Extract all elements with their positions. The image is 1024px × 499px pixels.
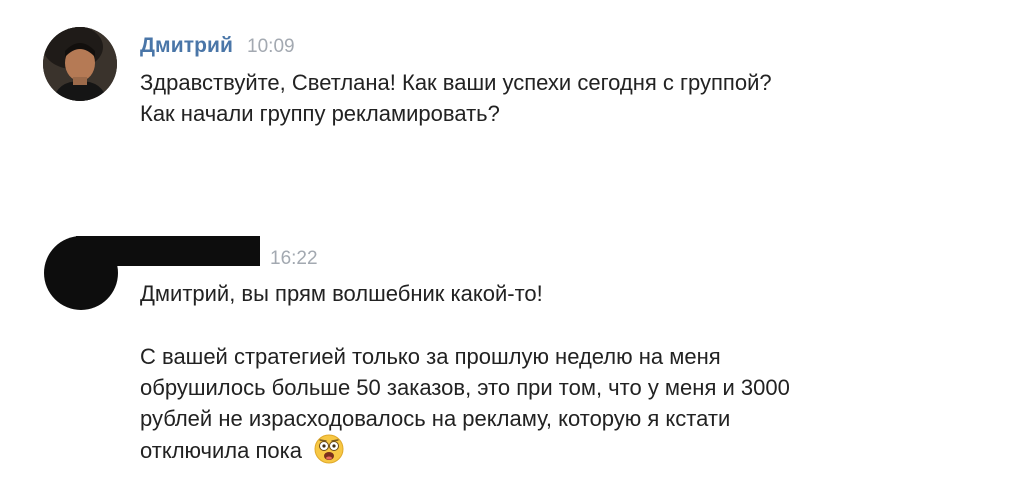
message-line-last: отключила пока — [140, 434, 1000, 466]
message-text: Здравствуйте, Светлана! Как ваши успехи … — [140, 67, 1000, 129]
message-line: Как начали группу рекламировать? — [140, 101, 500, 126]
message-line: Дмитрий, вы прям волшебник какой-то! — [140, 281, 543, 306]
message-line: отключила пока — [140, 438, 302, 463]
message-line: обрушилось больше 50 заказов, это при то… — [140, 375, 790, 400]
author-name-redacted — [76, 236, 260, 266]
avatar-photo-icon — [43, 27, 117, 101]
message-header: Дмитрий 10:09 — [140, 34, 295, 58]
astonished-emoji-icon — [314, 434, 344, 464]
author-name[interactable]: Дмитрий — [140, 34, 233, 58]
message-header: 16:22 — [270, 248, 318, 270]
message-line: Здравствуйте, Светлана! Как ваши успехи … — [140, 70, 772, 95]
message-line: рублей не израсходовалось на рекламу, ко… — [140, 406, 731, 431]
message-line: С вашей стратегией только за прошлую нед… — [140, 344, 721, 369]
message-time: 16:22 — [270, 248, 318, 269]
message-time: 10:09 — [247, 36, 295, 57]
avatar[interactable] — [43, 27, 117, 101]
message-text: Дмитрий, вы прям волшебник какой-то! С в… — [140, 278, 1000, 466]
